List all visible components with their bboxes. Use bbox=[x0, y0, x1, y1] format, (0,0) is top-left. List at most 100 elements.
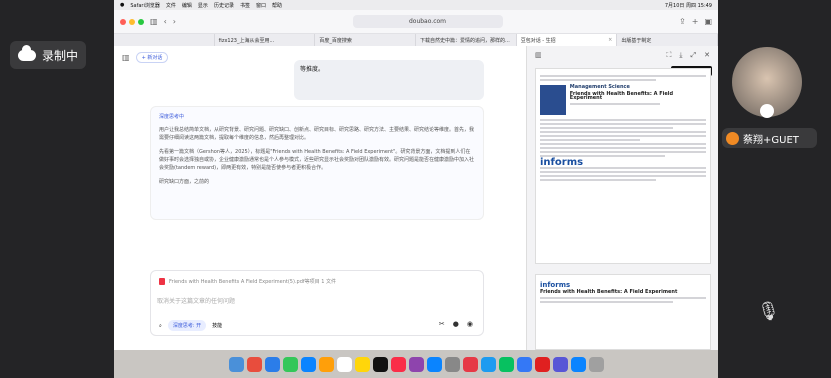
podcasts-icon[interactable] bbox=[408, 356, 424, 372]
tab-bar: fizx123_上海从会至用... 百度_百度搜索 下载自然史中篇：爱情的追问，… bbox=[114, 34, 718, 46]
clock: 7月10日 周四 15:49 bbox=[664, 2, 712, 9]
new-tab-icon[interactable]: + bbox=[692, 17, 699, 26]
journal-cover-image bbox=[540, 85, 566, 115]
journal-name: Management Science bbox=[569, 84, 630, 90]
wechat-icon[interactable] bbox=[498, 356, 514, 372]
paper-title: Friends with Health Benefits: A Field Ex… bbox=[540, 289, 678, 295]
expand-icon[interactable]: ⤢ bbox=[691, 51, 697, 60]
new-chat-label: 新对话 bbox=[147, 55, 163, 61]
messages-icon[interactable] bbox=[282, 356, 298, 372]
finder-icon[interactable] bbox=[228, 356, 244, 372]
menu-item[interactable]: 显示 bbox=[198, 2, 208, 9]
send-icon[interactable]: ◉ bbox=[467, 320, 473, 328]
menu-item[interactable]: 窗口 bbox=[256, 2, 266, 9]
url-text: doubao.com bbox=[408, 18, 447, 25]
thinking-paragraph: 用户让我总结简单文档，从研究背景、研究问题、研究缺口、创新点、研究目标、研究思路… bbox=[159, 127, 475, 141]
tab[interactable]: 出版基于制定 bbox=[617, 34, 718, 46]
user-icon bbox=[726, 131, 739, 145]
photos-icon[interactable] bbox=[318, 356, 334, 372]
tab[interactable]: 百度_百度搜索 bbox=[315, 34, 417, 46]
tab[interactable]: 下载自然史中篇：爱情的追问，那样的... bbox=[416, 34, 517, 46]
apple-icon[interactable]: ● bbox=[120, 2, 124, 8]
pdf-page[interactable]: Management Science Friends with Health B… bbox=[535, 68, 711, 264]
chat-input-box: Friends with Health Benefits A Field Exp… bbox=[150, 270, 484, 336]
minimize-button[interactable] bbox=[129, 18, 135, 25]
publisher-logo: informs bbox=[540, 157, 584, 168]
bubble-text: 等推度。 bbox=[300, 66, 325, 73]
safari-icon[interactable] bbox=[264, 356, 280, 372]
zoom-button[interactable] bbox=[138, 18, 144, 25]
app-icon[interactable] bbox=[480, 356, 496, 372]
notes-icon[interactable] bbox=[354, 356, 370, 372]
menu-item[interactable]: 历史记录 bbox=[214, 2, 234, 9]
menu-app-name[interactable]: Safari浏览器 bbox=[130, 2, 160, 9]
input-right-controls: ✂ ● ◉ bbox=[439, 320, 473, 328]
forward-icon[interactable]: › bbox=[173, 17, 176, 26]
mic-icon[interactable] bbox=[760, 104, 774, 118]
tab-label: 百度_百度搜索 bbox=[319, 37, 352, 44]
settings-icon[interactable] bbox=[444, 356, 460, 372]
thinking-heading[interactable]: 深度思考中 bbox=[159, 113, 475, 121]
close-window-button[interactable] bbox=[120, 18, 126, 25]
screen: 录制中 ● Safari浏览器 文件 编辑 显示 历史记录 书签 窗口 帮助 7… bbox=[0, 0, 831, 378]
menu-item[interactable]: 书签 bbox=[240, 2, 250, 9]
mail-icon[interactable] bbox=[300, 356, 316, 372]
wps-icon[interactable] bbox=[534, 356, 550, 372]
menu-item[interactable]: 编辑 bbox=[182, 2, 192, 9]
paper-title: Friends with Health Benefits: A Field Ex… bbox=[569, 91, 674, 101]
muted-mic-icon[interactable]: 🎙 bbox=[757, 301, 780, 322]
menu-item[interactable]: 文件 bbox=[166, 2, 176, 9]
pdf-icon bbox=[159, 278, 165, 285]
attachment-chip[interactable]: Friends with Health Benefits A Field Exp… bbox=[159, 278, 336, 285]
dock bbox=[114, 350, 718, 378]
panel-icon[interactable]: ▥ bbox=[535, 51, 542, 59]
participant-badge: 蔡翔+GUET bbox=[722, 128, 817, 148]
app-icon[interactable] bbox=[516, 356, 532, 372]
menu-item[interactable]: 帮助 bbox=[272, 2, 282, 9]
music-icon[interactable] bbox=[390, 356, 406, 372]
tab-label: 下载自然史中篇：爱情的追问，那样的... bbox=[420, 37, 510, 44]
chat-input[interactable]: 取消关于这篇文章的任何问题 bbox=[157, 296, 235, 305]
attachment-label: Friends with Health Benefits A Field Exp… bbox=[169, 279, 337, 285]
thinking-paragraph: 研究缺口方面，之前的 bbox=[159, 179, 210, 185]
skill-button[interactable]: 技能 bbox=[212, 322, 222, 329]
tab-active[interactable]: 豆包对话 - 生招 × bbox=[516, 34, 618, 46]
page-content: ▥ + 新对话 等推度。 深度思考中 用户让我总结简单文档，从研究背景、研究问题… bbox=[114, 46, 718, 350]
sidebar-toggle-icon[interactable]: ▥ bbox=[122, 53, 130, 62]
menu-bar: ● Safari浏览器 文件 编辑 显示 历史记录 书签 窗口 帮助 7月10日… bbox=[114, 0, 718, 10]
tab[interactable] bbox=[114, 34, 215, 46]
tv-icon[interactable] bbox=[372, 356, 388, 372]
close-icon[interactable]: × bbox=[608, 37, 612, 43]
share-icon[interactable]: ⇪ bbox=[679, 17, 686, 26]
new-chat-button[interactable]: + 新对话 bbox=[135, 52, 169, 63]
deep-think-toggle[interactable]: 深度思考: 开 bbox=[167, 320, 207, 331]
pdf-page[interactable]: informs Friends with Health Benefits: A … bbox=[535, 274, 711, 350]
launchpad-icon[interactable] bbox=[246, 356, 262, 372]
participant-name: 蔡翔+GUET bbox=[743, 134, 799, 146]
chat-top-buttons: ▥ + 新对话 bbox=[122, 52, 169, 63]
crop-icon[interactable]: ⛶ bbox=[667, 51, 672, 60]
thinking-paragraph: 先看第一篇文档（Gershon等人，2025），标题是"Friends with… bbox=[159, 149, 475, 171]
pdf-viewer: ▥ ⛶ ⤓ ⤢ ✕ 选中'AI 编辑' 模式 Management Scienc… bbox=[526, 46, 718, 350]
close-icon[interactable]: ✕ bbox=[704, 51, 710, 59]
calendar-icon[interactable] bbox=[336, 356, 352, 372]
input-buttons: ⌕ 深度思考: 开 技能 bbox=[159, 320, 222, 331]
trash-icon[interactable] bbox=[588, 356, 604, 372]
app-icon[interactable] bbox=[552, 356, 568, 372]
sidebar-icon[interactable]: ▥ bbox=[150, 17, 158, 26]
address-bar[interactable]: doubao.com bbox=[352, 15, 503, 28]
recording-badge: 录制中 bbox=[10, 41, 86, 69]
tab-label: 出版基于制定 bbox=[621, 37, 652, 44]
scissors-icon[interactable]: ✂ bbox=[439, 320, 445, 328]
tab-overview-icon[interactable]: ▣ bbox=[704, 17, 712, 26]
download-icon[interactable]: ⤓ bbox=[679, 51, 682, 60]
back-icon[interactable]: ‹ bbox=[164, 17, 167, 26]
tab[interactable]: fizx123_上海从会至用... bbox=[215, 34, 316, 46]
app-icon[interactable] bbox=[462, 356, 478, 372]
pdf-toolbar: ▥ ⛶ ⤓ ⤢ ✕ bbox=[527, 46, 718, 64]
app-store-icon[interactable] bbox=[426, 356, 442, 372]
browser-window: ● Safari浏览器 文件 编辑 显示 历史记录 书签 窗口 帮助 7月10日… bbox=[114, 0, 718, 378]
attach-icon[interactable]: ⌕ bbox=[159, 323, 162, 329]
app-icon[interactable] bbox=[570, 356, 586, 372]
mic-icon[interactable]: ● bbox=[453, 320, 459, 328]
